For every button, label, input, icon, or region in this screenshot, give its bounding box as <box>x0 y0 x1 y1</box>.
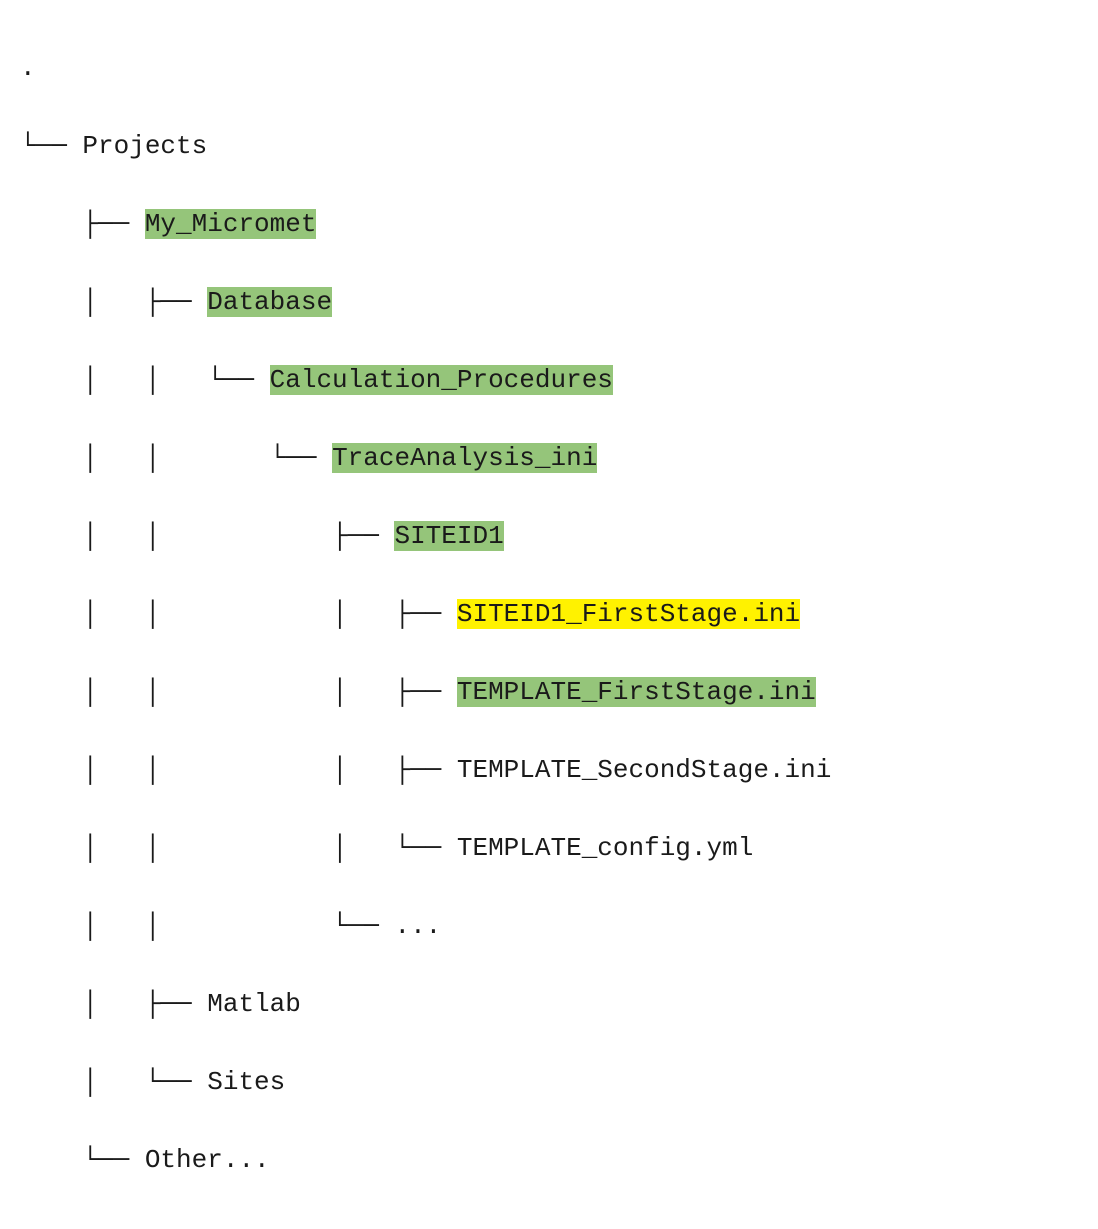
tree-row-siteid1-firststage: │ │ │ ├── SITEID1_FirstStage.ini <box>20 595 1078 634</box>
tree-row-projects: └── Projects <box>20 127 1078 166</box>
tree-row-template-firststage: │ │ │ ├── TEMPLATE_FirstStage.ini <box>20 673 1078 712</box>
tree-row-matlab: │ ├── Matlab <box>20 985 1078 1024</box>
siteid1-label: SITEID1 <box>394 521 503 551</box>
traceanalysis-ini-label: TraceAnalysis_ini <box>332 443 597 473</box>
tree-row-template-config: │ │ │ └── TEMPLATE_config.yml <box>20 829 1078 868</box>
tree-row-traceanalysis-ini: │ │ └── TraceAnalysis_ini <box>20 439 1078 478</box>
projects-label: Projects <box>82 131 207 161</box>
template-config-yml-label: TEMPLATE_config.yml <box>457 833 753 863</box>
calculation-procedures-label: Calculation_Procedures <box>270 365 613 395</box>
database-label: Database <box>207 287 332 317</box>
matlab-label: Matlab <box>207 989 301 1019</box>
dot-label: . <box>20 53 36 83</box>
tree-row-ellipsis: │ │ └── ... <box>20 907 1078 946</box>
tree-row-other: └── Other... <box>20 1141 1078 1180</box>
my-micromet-label: My_Micromet <box>145 209 317 239</box>
siteid1-firststage-ini-label: SITEID1_FirstStage.ini <box>457 599 800 629</box>
sites-label: Sites <box>207 1067 285 1097</box>
tree-row-database: │ ├── Database <box>20 283 1078 322</box>
tree-row-calculation-procedures: │ │ └── Calculation_Procedures <box>20 361 1078 400</box>
other-label: Other... <box>145 1145 270 1175</box>
template-firststage-ini-label: TEMPLATE_FirstStage.ini <box>457 677 816 707</box>
tree-row-sites: │ └── Sites <box>20 1063 1078 1102</box>
directory-tree: . └── Projects ├── My_Micromet │ ├── Dat… <box>20 10 1078 1219</box>
tree-row-my-micromet: ├── My_Micromet <box>20 205 1078 244</box>
tree-row-siteid1: │ │ ├── SITEID1 <box>20 517 1078 556</box>
tree-row-template-secondstage: │ │ │ ├── TEMPLATE_SecondStage.ini <box>20 751 1078 790</box>
tree-root-dot: . <box>20 49 1078 88</box>
ellipsis-label: ... <box>394 911 441 941</box>
template-secondstage-ini-label: TEMPLATE_SecondStage.ini <box>457 755 831 785</box>
